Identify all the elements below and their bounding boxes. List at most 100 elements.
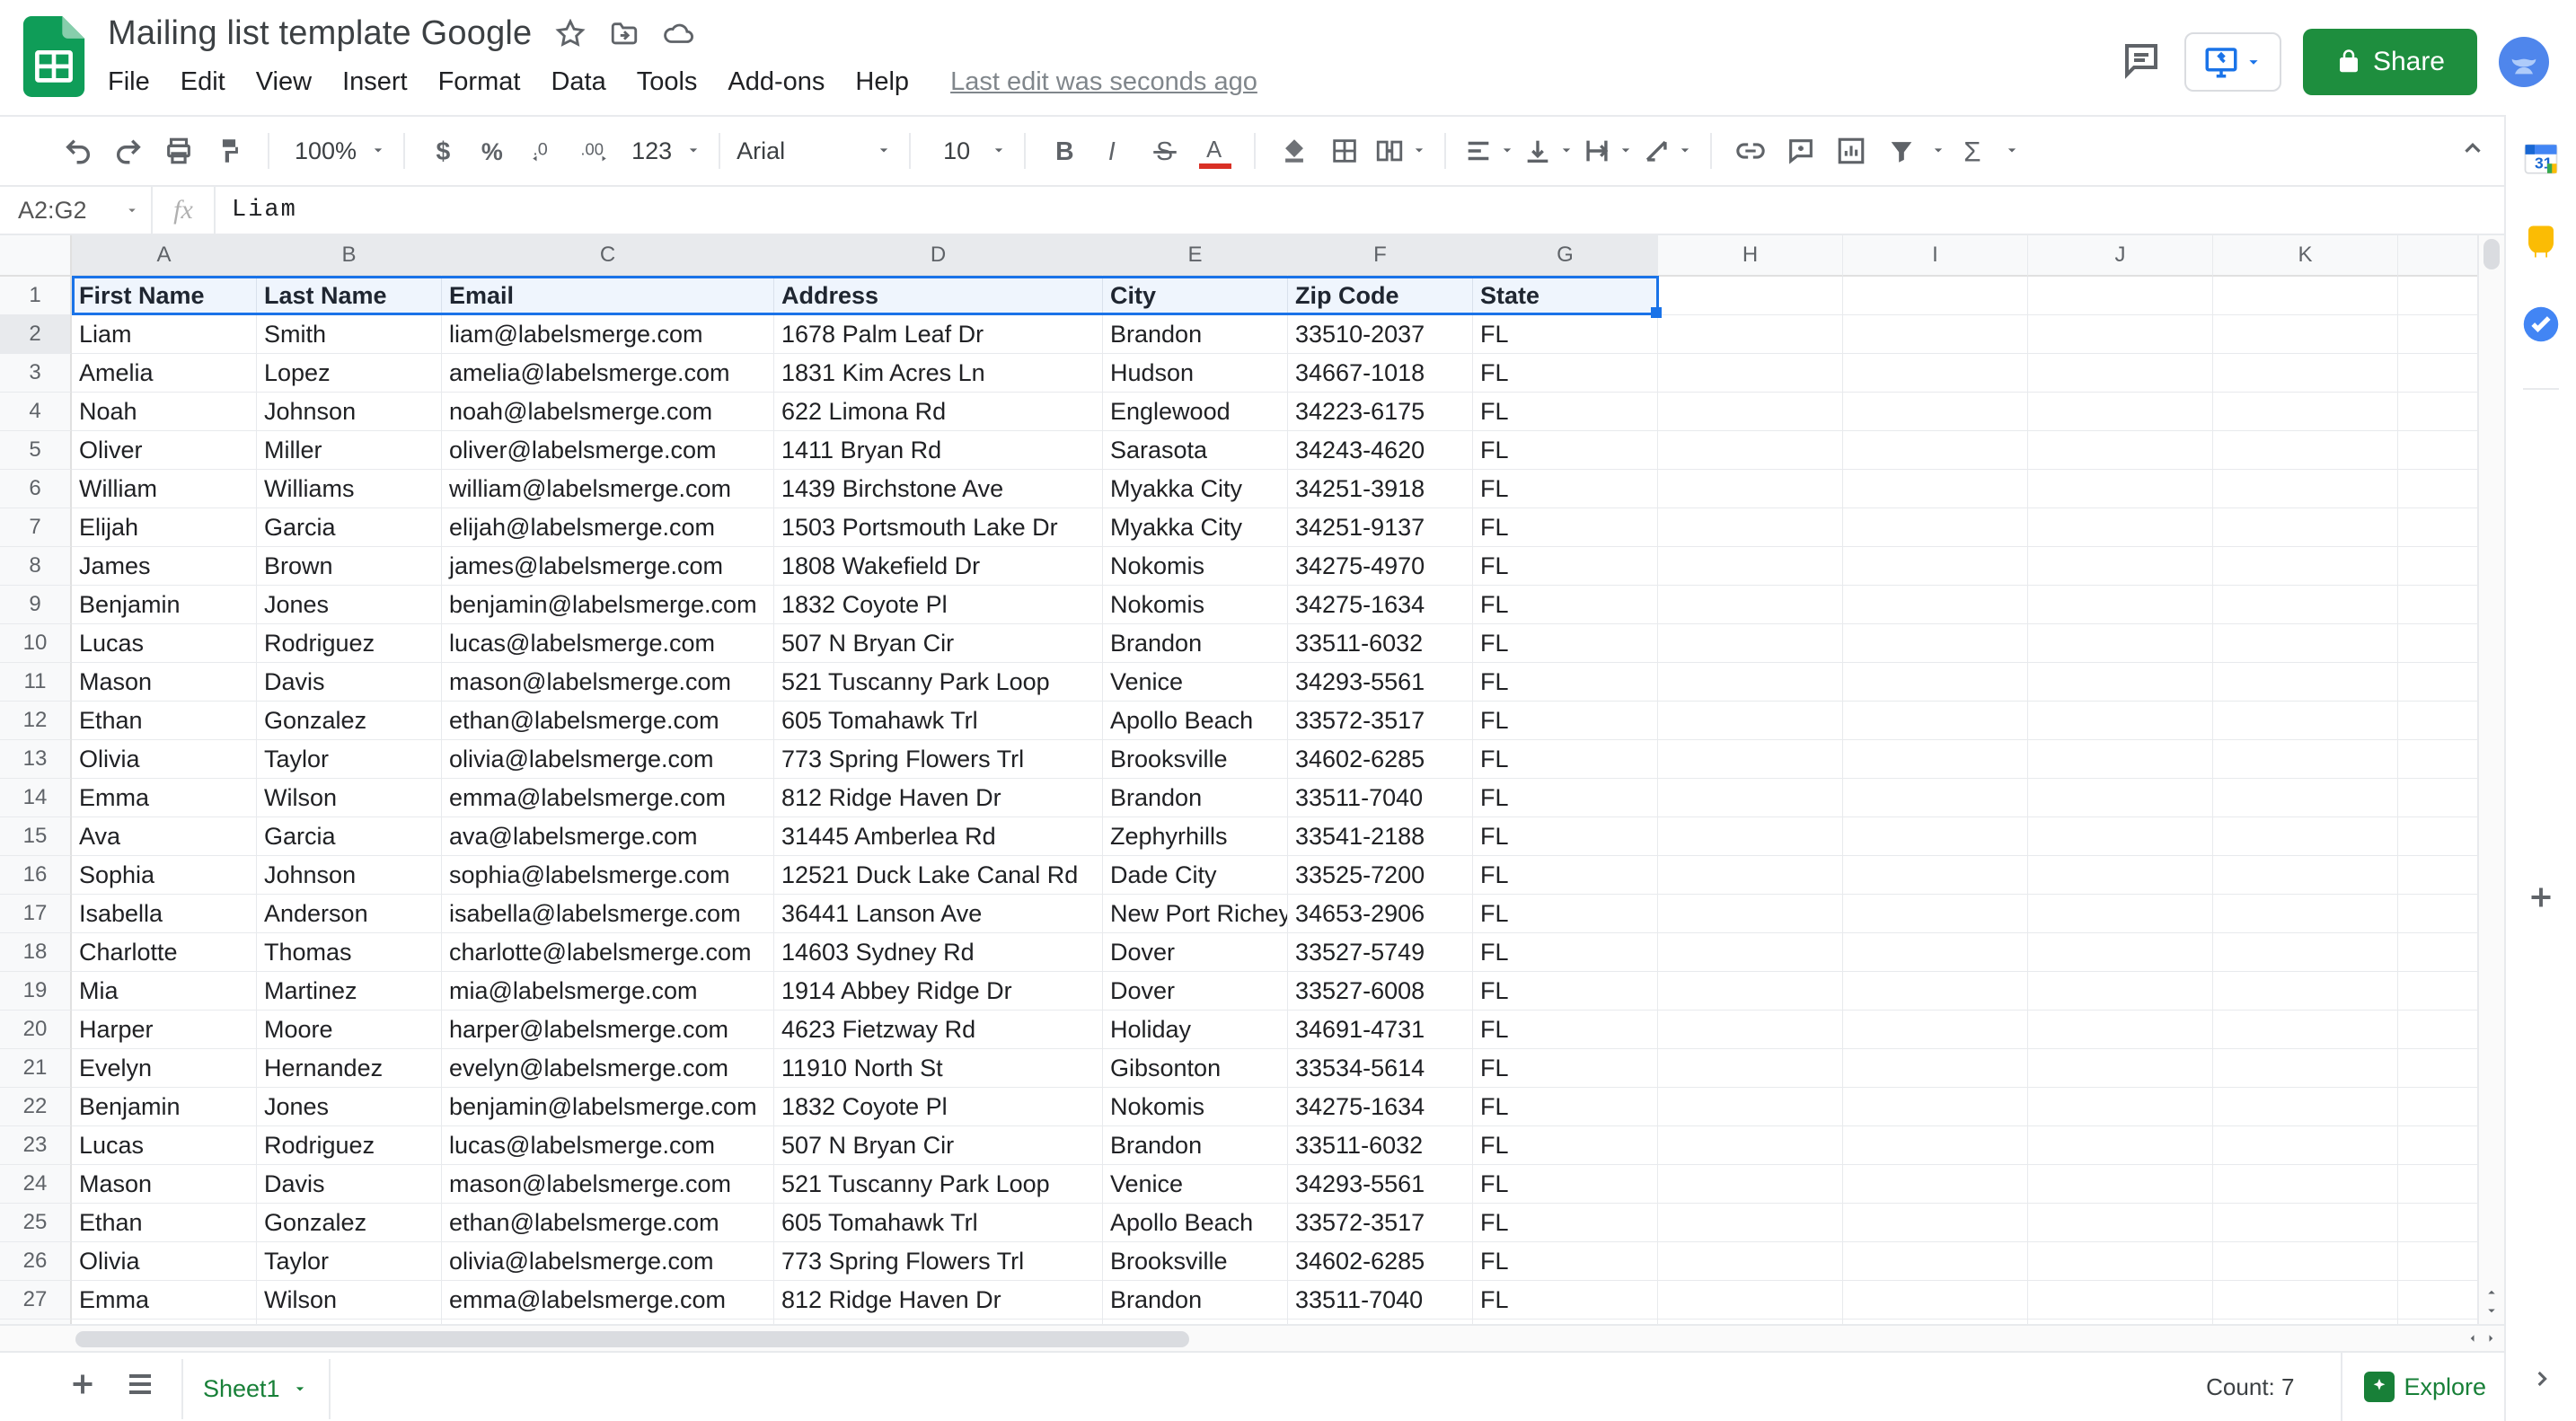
row-header[interactable]: 27 xyxy=(0,1281,72,1320)
scroll-left-icon[interactable] xyxy=(2465,1330,2481,1346)
row-header[interactable]: 18 xyxy=(0,933,72,972)
cell[interactable]: 773 Spring Flowers Trl xyxy=(774,740,1103,779)
row-header[interactable]: 23 xyxy=(0,1126,72,1165)
paint-format-button[interactable] xyxy=(207,129,251,172)
row-header[interactable]: 1 xyxy=(0,277,72,315)
decrease-decimal-button[interactable]: .0 xyxy=(522,129,567,172)
cell[interactable]: Miller xyxy=(257,431,442,470)
row-header[interactable]: 12 xyxy=(0,702,72,740)
cell[interactable] xyxy=(2213,856,2398,895)
cell[interactable] xyxy=(2398,1126,2477,1165)
cell[interactable]: Noah xyxy=(72,393,257,431)
cell[interactable] xyxy=(1658,817,1843,856)
cell[interactable]: Brandon xyxy=(1103,779,1288,817)
cell[interactable]: Emma xyxy=(72,1281,257,1320)
cell[interactable] xyxy=(2398,1088,2477,1126)
cell[interactable]: James xyxy=(72,547,257,586)
cell[interactable]: Ethan xyxy=(72,1204,257,1242)
cell[interactable] xyxy=(1658,933,1843,972)
cell[interactable]: Wilson xyxy=(257,779,442,817)
cell[interactable] xyxy=(1843,1165,2028,1204)
cell[interactable]: FL xyxy=(1473,817,1658,856)
row-header[interactable]: 5 xyxy=(0,431,72,470)
cell[interactable]: 521 Tuscanny Park Loop xyxy=(774,1165,1103,1204)
cell[interactable] xyxy=(2028,933,2213,972)
cell[interactable] xyxy=(1843,586,2028,624)
cell[interactable] xyxy=(1843,1320,2028,1324)
cell[interactable] xyxy=(2213,508,2398,547)
cell[interactable]: 1808 Wakefield Dr xyxy=(774,547,1103,586)
strikethrough-button[interactable]: S xyxy=(1142,129,1187,172)
cell[interactable] xyxy=(1843,624,2028,663)
cell[interactable] xyxy=(2398,779,2477,817)
cell[interactable] xyxy=(2028,779,2213,817)
cell[interactable]: 34275-1634 xyxy=(1288,1088,1473,1126)
rotate-dropdown[interactable] xyxy=(1640,129,1694,172)
cell[interactable]: Gibsonton xyxy=(1103,1049,1288,1088)
cell[interactable]: 33572-3517 xyxy=(1288,1204,1473,1242)
cell[interactable] xyxy=(2028,972,2213,1011)
cell[interactable]: New Port Richey xyxy=(1103,895,1288,933)
cell[interactable]: olivia@labelsmerge.com xyxy=(442,1242,774,1281)
cell[interactable]: FL xyxy=(1473,431,1658,470)
cell[interactable]: Gonzalez xyxy=(257,1204,442,1242)
cell[interactable]: Benjamin xyxy=(72,1088,257,1126)
cell[interactable] xyxy=(2398,393,2477,431)
column-header[interactable]: E xyxy=(1103,235,1288,277)
cell[interactable] xyxy=(1843,740,2028,779)
collapse-toolbar-button[interactable] xyxy=(2459,135,2486,168)
cell[interactable] xyxy=(2213,547,2398,586)
row-header[interactable]: 15 xyxy=(0,817,72,856)
cell[interactable] xyxy=(2028,663,2213,702)
merge-cells-dropdown[interactable] xyxy=(1372,129,1428,172)
cell[interactable]: 34275-1634 xyxy=(1288,586,1473,624)
column-header[interactable]: B xyxy=(257,235,442,277)
cell[interactable]: Ethan xyxy=(72,702,257,740)
cell[interactable]: Benjamin xyxy=(72,586,257,624)
vertical-scrollbar[interactable] xyxy=(2477,235,2504,1324)
cell[interactable] xyxy=(1658,895,1843,933)
cell[interactable] xyxy=(2398,1011,2477,1049)
all-sheets-button[interactable] xyxy=(124,1368,156,1407)
cell[interactable] xyxy=(1658,1126,1843,1165)
cell[interactable]: 11910 North St xyxy=(774,1049,1103,1088)
cell[interactable]: Thomas xyxy=(257,933,442,972)
cell[interactable]: noah@labelsmerge.com xyxy=(442,393,774,431)
cell[interactable]: FL xyxy=(1473,933,1658,972)
h-align-dropdown[interactable] xyxy=(1462,129,1516,172)
cell[interactable] xyxy=(2213,817,2398,856)
cell[interactable]: FL xyxy=(1473,1204,1658,1242)
cell[interactable] xyxy=(2028,1049,2213,1088)
comments-icon[interactable] xyxy=(2120,39,2163,86)
column-header[interactable]: A xyxy=(72,235,257,277)
cell[interactable] xyxy=(1658,1204,1843,1242)
cell[interactable]: Hernandez xyxy=(257,1049,442,1088)
cell[interactable] xyxy=(2213,1281,2398,1320)
row-header[interactable]: 8 xyxy=(0,547,72,586)
cell[interactable]: 33510-2037 xyxy=(1288,315,1473,354)
cell[interactable] xyxy=(2028,315,2213,354)
cell[interactable]: Ava xyxy=(72,817,257,856)
cell[interactable]: Liam xyxy=(72,315,257,354)
cell[interactable]: Ava xyxy=(72,1320,257,1324)
cell[interactable] xyxy=(2213,393,2398,431)
wrap-dropdown[interactable] xyxy=(1581,129,1635,172)
cell[interactable]: 33527-5749 xyxy=(1288,933,1473,972)
cell[interactable]: FL xyxy=(1473,1049,1658,1088)
row-header[interactable]: 13 xyxy=(0,740,72,779)
cell[interactable]: 1831 Kim Acres Ln xyxy=(774,354,1103,393)
cell[interactable]: charlotte@labelsmerge.com xyxy=(442,933,774,972)
cell[interactable]: Amelia xyxy=(72,354,257,393)
keep-addon-icon[interactable] xyxy=(2522,223,2560,260)
cell[interactable]: Zephyrhills xyxy=(1103,817,1288,856)
horizontal-scroll-thumb[interactable] xyxy=(75,1331,1189,1347)
cell[interactable]: Harper xyxy=(72,1011,257,1049)
star-icon[interactable] xyxy=(555,19,586,49)
cell[interactable]: emma@labelsmerge.com xyxy=(442,779,774,817)
cell[interactable] xyxy=(1843,1011,2028,1049)
cell[interactable]: emma@labelsmerge.com xyxy=(442,1281,774,1320)
cell[interactable]: Garcia xyxy=(257,817,442,856)
cell[interactable]: 812 Ridge Haven Dr xyxy=(774,779,1103,817)
document-title[interactable]: Mailing list template Google xyxy=(108,14,532,53)
cell[interactable]: FL xyxy=(1473,702,1658,740)
